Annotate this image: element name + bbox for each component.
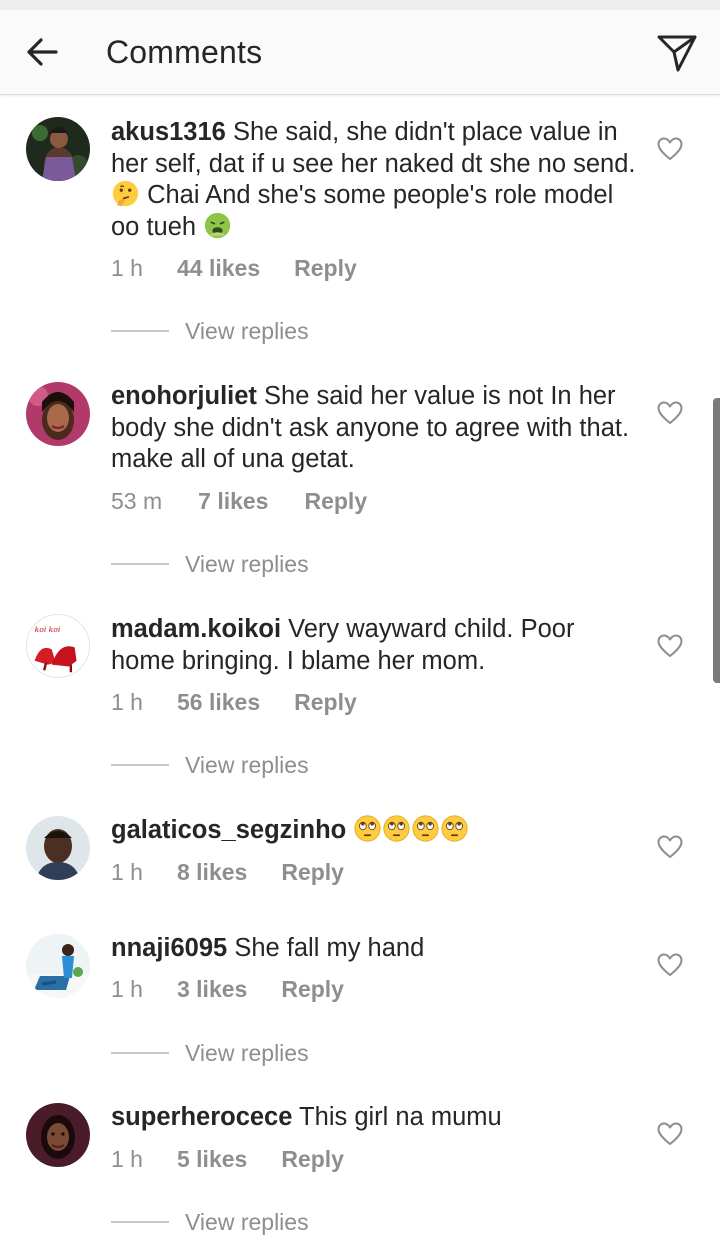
- page-title: Comments: [106, 34, 263, 70]
- comment-time: 1 h: [111, 859, 143, 885]
- like-heart-icon[interactable]: [657, 953, 683, 977]
- avatar[interactable]: koi koi: [26, 614, 90, 678]
- view-replies-label: View replies: [185, 551, 309, 577]
- reply-button[interactable]: Reply: [281, 975, 344, 1003]
- divider: [111, 1052, 169, 1054]
- view-replies-button[interactable]: View replies: [111, 750, 411, 780]
- paper-plane-icon: [657, 35, 697, 72]
- divider: [111, 330, 169, 332]
- rolling-eyes-icon: [354, 815, 381, 842]
- like-heart-icon[interactable]: [657, 835, 683, 859]
- comment-username[interactable]: akus1316: [111, 118, 226, 146]
- comment-time: 1 h: [111, 255, 143, 281]
- comment-username[interactable]: madam.koikoi: [111, 615, 281, 643]
- view-replies-button[interactable]: View replies: [111, 1038, 411, 1068]
- svg-text:koi koi: koi koi: [35, 625, 61, 634]
- reply-button[interactable]: Reply: [294, 688, 357, 716]
- comment-body: madam.koikoi Very wayward child. Poor ho…: [111, 614, 641, 677]
- comment-text: Chai And she's some people's role model …: [111, 181, 614, 241]
- avatar[interactable]: [26, 1103, 90, 1167]
- scrollbar[interactable]: [713, 398, 720, 683]
- arrow-left-icon: [27, 38, 58, 66]
- reply-button[interactable]: Reply: [304, 487, 367, 515]
- like-heart-icon[interactable]: [657, 401, 683, 425]
- comment-meta: 1 h 3 likes Reply: [111, 975, 344, 1003]
- status-bar: [0, 0, 720, 10]
- comment-likes[interactable]: 7 likes: [198, 487, 268, 515]
- rolling-eyes-icon: [412, 815, 439, 842]
- rolling-eyes-icon: [441, 815, 468, 842]
- view-replies-label: View replies: [185, 1209, 309, 1235]
- view-replies-button[interactable]: View replies: [111, 549, 411, 579]
- reply-button[interactable]: Reply: [281, 858, 344, 886]
- comment-body: superherocece This girl na mumu: [111, 1102, 641, 1134]
- comment-likes[interactable]: 8 likes: [177, 858, 247, 886]
- comment-meta: 1 h 56 likes Reply: [111, 688, 357, 716]
- view-replies-label: View replies: [185, 318, 309, 344]
- comment-meta: 1 h 8 likes Reply: [111, 858, 344, 886]
- rolling-eyes-icon: [383, 815, 410, 842]
- divider: [111, 764, 169, 766]
- view-replies-button[interactable]: View replies: [111, 316, 411, 346]
- comment-time: 1 h: [111, 1146, 143, 1172]
- comment-likes[interactable]: 3 likes: [177, 975, 247, 1003]
- share-button[interactable]: [654, 30, 700, 76]
- comment-text: This girl na mumu: [292, 1103, 502, 1131]
- comment-time: 53 m: [111, 488, 163, 514]
- comment-body: nnaji6095 She fall my hand: [111, 933, 641, 965]
- like-heart-icon[interactable]: [657, 1122, 683, 1146]
- comment-body: enohorjuliet She said her value is not I…: [111, 381, 641, 476]
- like-heart-icon[interactable]: [657, 137, 683, 161]
- thinking-face-icon: [112, 180, 139, 207]
- comment-text: She fall my hand: [227, 934, 425, 962]
- comment-username[interactable]: enohorjuliet: [111, 382, 257, 410]
- comment-time: 1 h: [111, 976, 143, 1002]
- view-replies-label: View replies: [185, 752, 309, 778]
- divider: [111, 1221, 169, 1223]
- comment-meta: 53 m 7 likes Reply: [111, 487, 367, 515]
- comment-username[interactable]: superherocece: [111, 1103, 292, 1131]
- comment-body: galaticos_segzinho: [111, 815, 641, 847]
- comment-username[interactable]: nnaji6095: [111, 934, 227, 962]
- comment-meta: 1 h 44 likes Reply: [111, 254, 357, 282]
- reply-button[interactable]: Reply: [281, 1145, 344, 1173]
- comment-likes[interactable]: 5 likes: [177, 1145, 247, 1173]
- comment-likes[interactable]: 56 likes: [177, 688, 260, 716]
- top-app-bar: Comments: [0, 10, 720, 95]
- view-replies-label: View replies: [185, 1040, 309, 1066]
- nauseated-face-icon: [205, 212, 231, 238]
- comment-username[interactable]: galaticos_segzinho: [111, 816, 346, 844]
- back-button[interactable]: [22, 32, 62, 72]
- avatar[interactable]: [26, 816, 90, 880]
- avatar[interactable]: [26, 934, 90, 998]
- avatar[interactable]: [26, 382, 90, 446]
- comment-body: akus1316 She said, she didn't place valu…: [111, 117, 641, 243]
- comment-text: [346, 816, 353, 844]
- comment-meta: 1 h 5 likes Reply: [111, 1145, 344, 1173]
- comment-time: 1 h: [111, 689, 143, 715]
- view-replies-button[interactable]: View replies: [111, 1207, 411, 1237]
- divider: [111, 563, 169, 565]
- comment-likes[interactable]: 44 likes: [177, 254, 260, 282]
- like-heart-icon[interactable]: [657, 634, 683, 658]
- avatar[interactable]: [26, 117, 90, 181]
- reply-button[interactable]: Reply: [294, 254, 357, 282]
